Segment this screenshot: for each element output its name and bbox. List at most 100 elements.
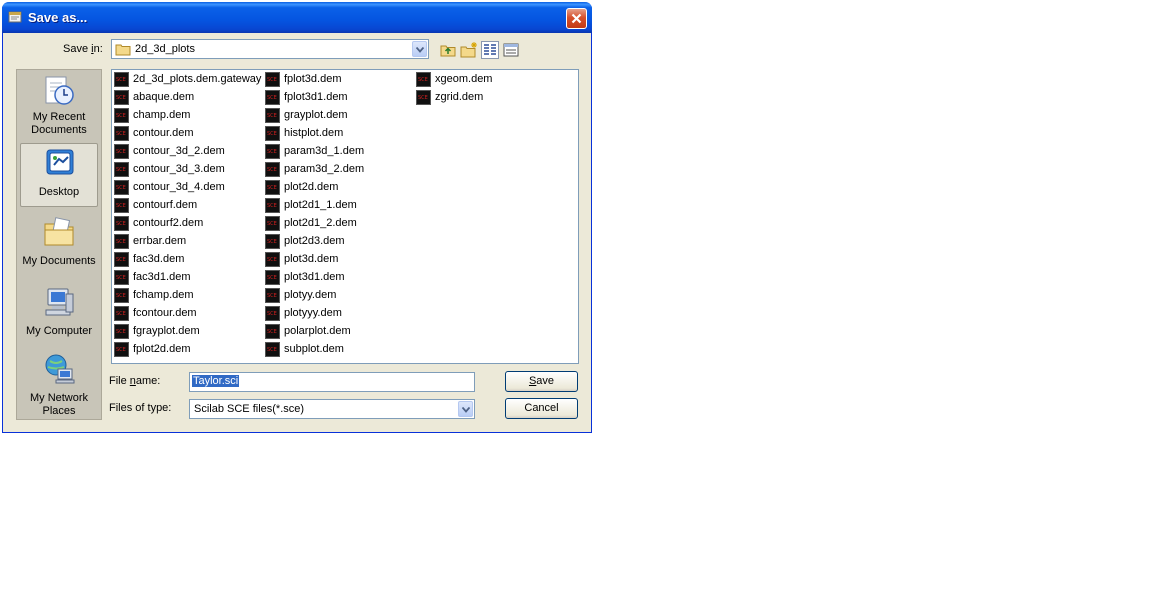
file-name-label: File name:	[109, 375, 161, 387]
file-name: param3d_2.dem	[284, 163, 365, 175]
file-name: histplot.dem	[284, 127, 344, 139]
new-folder-icon[interactable]	[460, 41, 478, 59]
sce-file-icon-text: SCE	[267, 239, 277, 245]
sce-file-icon-text: SCE	[267, 131, 277, 137]
file-name: fplot2d.dem	[133, 343, 191, 355]
sce-file-icon-text: SCE	[267, 257, 277, 263]
sce-file-icon-text: SCE	[116, 95, 126, 101]
sce-file-icon-text: SCE	[116, 113, 126, 119]
title-bar[interactable]: Save as...	[2, 2, 592, 33]
file-name: plotyy.dem	[284, 289, 337, 301]
place-desktop[interactable]: Desktop	[20, 143, 98, 207]
place-label: My Recent Documents	[31, 111, 87, 136]
file-list[interactable]: SCE 2d_3d_plots.dem.gateway SCE abaque.dem S…	[111, 69, 579, 364]
file-name: fgrayplot.dem	[133, 325, 200, 337]
sce-file-icon: SCE	[114, 216, 129, 231]
place-my-network-places[interactable]: My Network Places	[20, 350, 98, 417]
list-view-icon	[484, 44, 496, 55]
place-label: My Computer	[25, 325, 93, 337]
file-name: param3d_1.dem	[284, 145, 365, 157]
sce-file-icon: SCE	[114, 180, 129, 195]
sce-file-icon-text: SCE	[116, 167, 126, 173]
chevron-down-icon	[462, 407, 470, 413]
sce-file-icon: SCE	[265, 162, 280, 177]
file-name: contour.dem	[133, 127, 194, 139]
sce-file-icon-text: SCE	[116, 131, 126, 137]
sce-file-icon-text: SCE	[267, 221, 277, 227]
sce-file-icon-text: SCE	[267, 95, 277, 101]
file-name-input[interactable]: Taylor.sci	[189, 372, 475, 392]
file-name-value: Taylor.sci	[192, 375, 240, 387]
sce-file-icon-text: SCE	[116, 203, 126, 209]
file-name: fac3d1.dem	[133, 271, 191, 283]
sce-file-icon: SCE	[265, 198, 280, 213]
file-name: contour_3d_2.dem	[133, 145, 225, 157]
recent-documents-icon	[45, 76, 74, 105]
file-name: contourf.dem	[133, 199, 198, 211]
folder-icon	[115, 44, 131, 56]
place-my-documents[interactable]: My Documents	[20, 213, 98, 277]
desktop-icon	[46, 149, 74, 175]
place-my-recent-documents[interactable]: My Recent Documents	[20, 72, 98, 140]
sce-file-icon: SCE	[265, 288, 280, 303]
sce-file-icon-text: SCE	[267, 311, 277, 317]
places-bar: My Recent Documents Desktop My Documents	[16, 69, 102, 420]
dialog-body: Save in: 2d_3d_plots My Recent Documents…	[6, 33, 588, 428]
up-one-level-icon[interactable]	[439, 41, 457, 59]
save-button[interactable]: Save	[505, 371, 578, 392]
sce-file-icon-text: SCE	[267, 275, 277, 281]
sce-file-icon-text: SCE	[116, 293, 126, 299]
place-my-computer[interactable]: My Computer	[20, 283, 98, 347]
sce-file-icon: SCE	[265, 108, 280, 123]
file-name: plot2d1_1.dem	[284, 199, 357, 211]
list-view-button[interactable]	[481, 41, 499, 59]
sce-file-icon: SCE	[114, 108, 129, 123]
sce-file-icon: SCE	[114, 306, 129, 321]
file-name: plot2d.dem	[284, 181, 339, 193]
file-name: contourf2.dem	[133, 217, 204, 229]
sce-file-icon: SCE	[114, 270, 129, 285]
sce-file-icon: SCE	[114, 72, 129, 87]
sce-file-icon: SCE	[114, 162, 129, 177]
file-name: xgeom.dem	[435, 73, 493, 85]
file-name: plot2d3.dem	[284, 235, 345, 247]
file-name: plot3d1.dem	[284, 271, 345, 283]
sce-file-icon: SCE	[114, 234, 129, 249]
file-type-dropdown[interactable]: Scilab SCE files(*.sce)	[189, 399, 475, 419]
save-as-dialog: Save as... Save in: 2d_3d_plots My Recen…	[2, 2, 592, 433]
sce-file-icon: SCE	[265, 324, 280, 339]
sce-file-icon: SCE	[265, 306, 280, 321]
close-button[interactable]	[566, 8, 587, 29]
file-name: 2d_3d_plots.dem.gateway	[133, 73, 262, 85]
cancel-button[interactable]: Cancel	[505, 398, 578, 419]
sce-file-icon: SCE	[265, 126, 280, 141]
save-in-dropdown-arrow[interactable]	[412, 41, 427, 57]
file-name: grayplot.dem	[284, 109, 348, 121]
file-name: fchamp.dem	[133, 289, 194, 301]
dialog-title: Save as...	[28, 10, 88, 25]
sce-file-icon: SCE	[114, 126, 129, 141]
file-type-dropdown-arrow[interactable]	[458, 401, 473, 417]
sce-file-icon: SCE	[114, 288, 129, 303]
sce-file-icon: SCE	[114, 342, 129, 357]
sce-file-icon: SCE	[114, 144, 129, 159]
sce-file-icon-text: SCE	[116, 149, 126, 155]
file-name: plot2d1_2.dem	[284, 217, 357, 229]
save-in-dropdown[interactable]: 2d_3d_plots	[111, 39, 429, 59]
sce-file-icon-text: SCE	[267, 347, 277, 353]
sce-file-icon: SCE	[265, 342, 280, 357]
file-name: errbar.dem	[133, 235, 187, 247]
file-name: subplot.dem	[284, 343, 344, 355]
place-label: My Network Places	[29, 392, 89, 417]
place-label: My Documents	[22, 255, 96, 267]
sce-file-icon-text: SCE	[267, 77, 277, 83]
close-x-icon	[571, 13, 582, 24]
sce-file-icon: SCE	[416, 72, 431, 87]
sce-file-icon: SCE	[265, 234, 280, 249]
file-name: fplot3d.dem	[284, 73, 342, 85]
details-view-icon[interactable]	[502, 41, 520, 59]
sce-file-icon-text: SCE	[116, 329, 126, 335]
sce-file-icon: SCE	[265, 72, 280, 87]
sce-file-icon-text: SCE	[116, 347, 126, 353]
file-name: plotyyy.dem	[284, 307, 342, 319]
